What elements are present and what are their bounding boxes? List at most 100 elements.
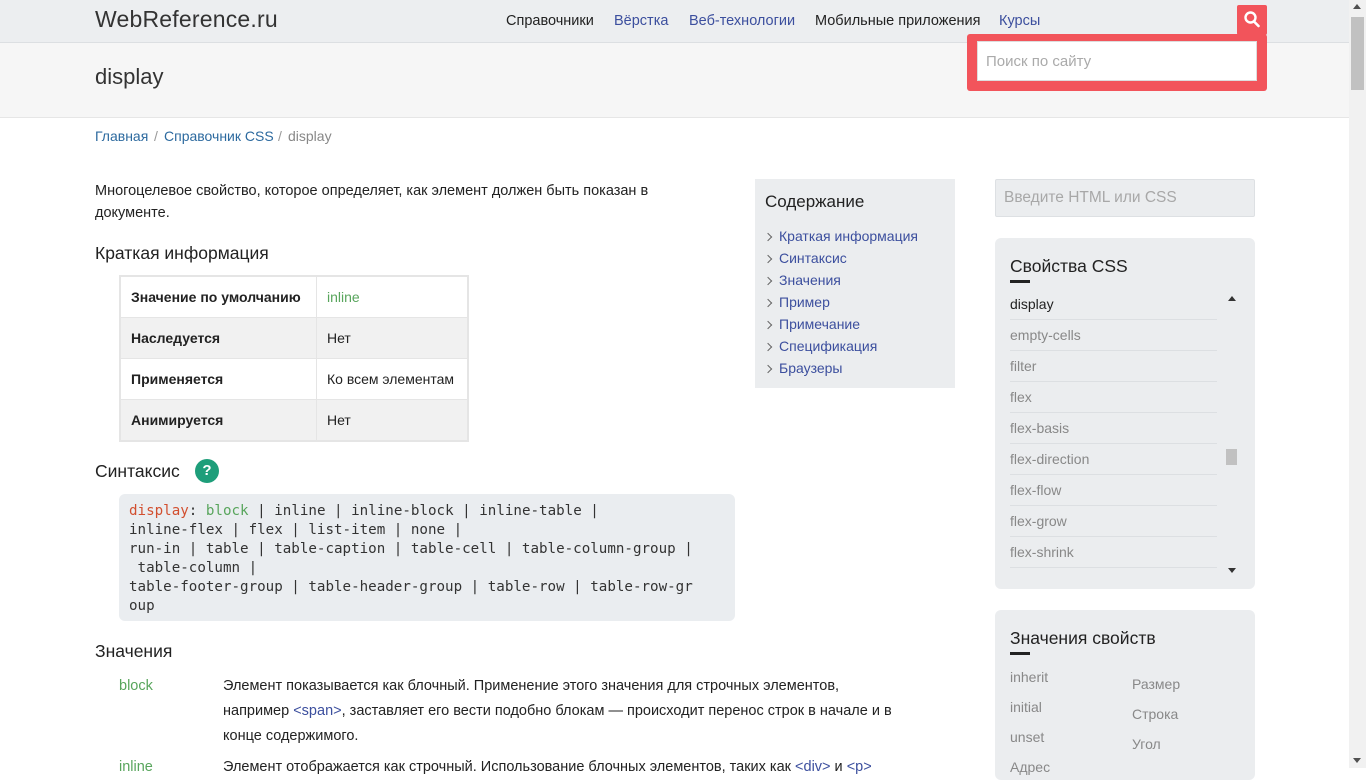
desc-text: и bbox=[830, 759, 847, 775]
summary-heading: Краткая информация bbox=[95, 243, 269, 263]
summary-table: Значение по умолчанию inline Наследуется… bbox=[119, 275, 469, 442]
desc-text: например bbox=[223, 703, 294, 719]
property-list-scrollbar[interactable] bbox=[1223, 289, 1240, 578]
summary-value: Ко всем элементам bbox=[316, 358, 469, 400]
toc-item[interactable]: Значения bbox=[763, 272, 841, 288]
list-item[interactable]: flex-shrink bbox=[1010, 537, 1217, 568]
property-list-scroll-thumb[interactable] bbox=[1226, 449, 1237, 465]
panel-title: Значения свойств bbox=[1010, 628, 1156, 648]
desc-text: , заставляет его вести подобно блокам — … bbox=[341, 703, 892, 719]
value-link[interactable]: Угол bbox=[1132, 736, 1161, 752]
code-colon: : bbox=[188, 503, 206, 519]
intro-text: Многоцелевое свойство, которое определяе… bbox=[95, 183, 649, 221]
summary-key: Анимируется bbox=[119, 399, 317, 442]
breadcrumb-current: display bbox=[288, 128, 332, 144]
page-scrollbar[interactable] bbox=[1349, 0, 1366, 768]
toc-item[interactable]: Примечание bbox=[763, 316, 860, 332]
value-link[interactable]: inherit bbox=[1010, 669, 1048, 685]
syntax-code-block: display: block | inline | inline-block |… bbox=[119, 494, 735, 621]
value-link[interactable]: initial bbox=[1010, 699, 1042, 715]
breadcrumb-separator: / bbox=[278, 128, 282, 144]
values-heading: Значения bbox=[95, 641, 173, 661]
scroll-down-arrow-icon[interactable] bbox=[1228, 568, 1236, 573]
page-title: display bbox=[95, 64, 164, 89]
list-item[interactable]: flex-direction bbox=[1010, 444, 1217, 475]
title-underline bbox=[1010, 280, 1030, 283]
toc-item[interactable]: Синтаксис bbox=[763, 250, 847, 266]
css-properties-panel: Свойства CSS display empty-cells filter … bbox=[995, 238, 1255, 589]
breadcrumb-css-reference[interactable]: Справочник CSS bbox=[164, 128, 274, 144]
panel-title: Свойства CSS bbox=[1010, 256, 1128, 276]
search-icon bbox=[1244, 11, 1260, 28]
list-item[interactable]: filter bbox=[1010, 351, 1217, 382]
value-desc-block: Элемент показывается как блочный. Примен… bbox=[223, 674, 953, 749]
code-line: table-column | bbox=[129, 560, 258, 576]
tag-link-p[interactable]: <p> bbox=[847, 759, 872, 775]
list-item[interactable]: flex-flow bbox=[1010, 475, 1217, 506]
desc-text: Элемент отображается как строчный. Испол… bbox=[223, 759, 796, 775]
code-value: block bbox=[205, 503, 249, 519]
search-button[interactable] bbox=[1237, 5, 1267, 35]
summary-key: Значение по умолчанию bbox=[119, 275, 317, 318]
value-link[interactable]: Строка bbox=[1132, 706, 1178, 722]
toc-item[interactable]: Краткая информация bbox=[763, 228, 918, 244]
chevron-right-icon bbox=[763, 364, 773, 374]
code-property: display bbox=[129, 503, 189, 519]
summary-value: Нет bbox=[316, 399, 469, 442]
page-scrollbar-thumb[interactable] bbox=[1351, 17, 1364, 90]
value-link[interactable]: Адрес bbox=[1010, 759, 1050, 775]
nav-layout[interactable]: Вёрстка bbox=[614, 13, 668, 29]
value-link[interactable]: Размер bbox=[1132, 676, 1180, 692]
table-row: Наследуется Нет bbox=[119, 317, 469, 359]
scroll-up-arrow-icon[interactable] bbox=[1228, 296, 1236, 301]
summary-value: Нет bbox=[316, 317, 469, 359]
summary-key: Наследуется bbox=[119, 317, 317, 359]
code-line: | inline | inline-block | inline-table | bbox=[248, 503, 599, 519]
breadcrumb-home[interactable]: Главная bbox=[95, 128, 148, 144]
breadcrumb-separator: / bbox=[154, 128, 158, 144]
code-line: run-in | table | table-caption | table-c… bbox=[129, 541, 693, 557]
summary-value[interactable]: inline bbox=[316, 275, 469, 318]
list-item[interactable]: flex-basis bbox=[1010, 413, 1217, 444]
list-item[interactable]: display bbox=[1010, 289, 1217, 320]
value-name-block[interactable]: block bbox=[119, 678, 153, 694]
list-item[interactable]: flex bbox=[1010, 382, 1217, 413]
nav-mobile-apps[interactable]: Мобильные приложения bbox=[815, 13, 981, 29]
chevron-right-icon bbox=[763, 254, 773, 264]
nav-reference[interactable]: Справочники bbox=[506, 13, 594, 29]
list-item[interactable]: flex-grow bbox=[1010, 506, 1217, 537]
table-of-contents: Содержание Краткая информация Синтаксис … bbox=[755, 179, 955, 388]
toc-item[interactable]: Браузеры bbox=[763, 360, 843, 376]
value-link[interactable]: unset bbox=[1010, 729, 1044, 745]
toc-title: Содержание bbox=[765, 192, 865, 211]
property-list: display empty-cells filter flex flex-bas… bbox=[995, 289, 1255, 578]
property-values-panel: Значения свойств bbox=[995, 610, 1255, 780]
title-underline bbox=[1010, 652, 1030, 655]
toc-item[interactable]: Спецификация bbox=[763, 338, 877, 354]
site-logo[interactable]: WebReference.ru bbox=[95, 6, 278, 33]
toc-item[interactable]: Пример bbox=[763, 294, 830, 310]
nav-courses[interactable]: Курсы bbox=[999, 13, 1040, 29]
table-row: Применяется Ко всем элементам bbox=[119, 358, 469, 400]
chevron-right-icon bbox=[763, 276, 773, 286]
code-line: inline-flex | flex | list-item | none | bbox=[129, 522, 463, 538]
list-item[interactable]: empty-cells bbox=[1010, 320, 1217, 351]
chevron-right-icon bbox=[763, 298, 773, 308]
value-name-inline[interactable]: inline bbox=[119, 759, 153, 775]
scroll-down-arrow-icon[interactable] bbox=[1353, 758, 1361, 763]
nav-web-tech[interactable]: Веб-технологии bbox=[689, 13, 795, 29]
tag-link-div[interactable]: <div> bbox=[795, 759, 830, 775]
summary-key: Применяется bbox=[119, 358, 317, 400]
help-icon[interactable]: ? bbox=[195, 459, 219, 483]
list-item[interactable]: float bbox=[1010, 568, 1217, 578]
sidebar-search-input[interactable] bbox=[995, 179, 1255, 217]
scroll-up-arrow-icon[interactable] bbox=[1353, 4, 1361, 9]
chevron-right-icon bbox=[763, 232, 773, 242]
tag-link-span[interactable]: <span> bbox=[293, 703, 341, 719]
site-search-input[interactable] bbox=[977, 41, 1257, 81]
syntax-heading: Синтаксис bbox=[95, 461, 180, 481]
desc-text: Элемент показывается как блочный. Примен… bbox=[223, 678, 840, 694]
chevron-right-icon bbox=[763, 320, 773, 330]
code-line: table-footer-group | table-header-group … bbox=[129, 579, 693, 595]
code-line: oup bbox=[129, 598, 155, 614]
